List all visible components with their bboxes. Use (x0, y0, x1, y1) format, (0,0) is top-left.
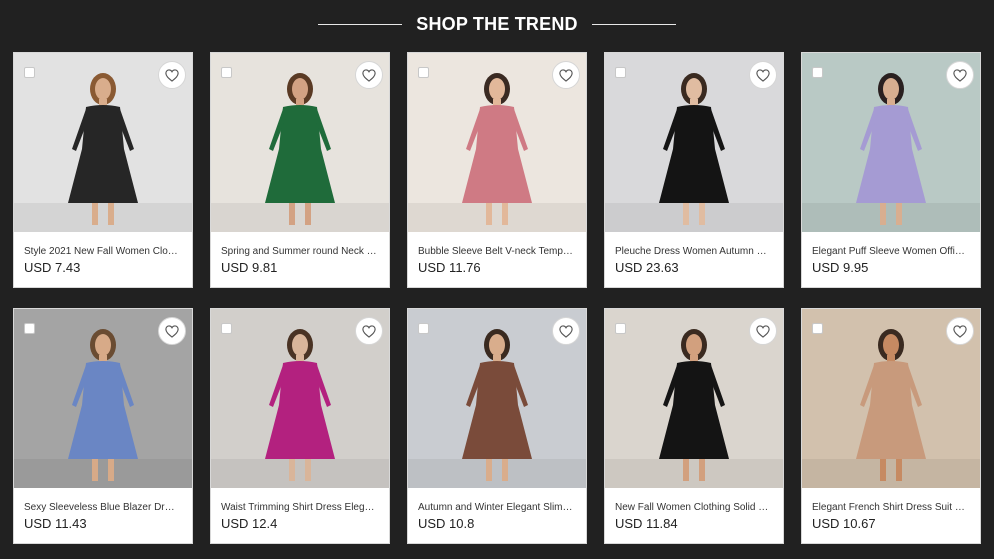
product-price: USD 10.8 (418, 516, 475, 531)
product-price: USD 12.4 (221, 516, 278, 531)
wishlist-button[interactable] (552, 61, 580, 89)
heart-icon (559, 324, 573, 338)
product-name[interactable]: Sexy Sleeveless Blue Blazer Dresses (24, 501, 180, 514)
product-name[interactable]: Autumn and Winter Elegant Slimming (418, 501, 574, 514)
product-name[interactable]: Waist Trimming Shirt Dress Elegant (221, 501, 377, 514)
product-grid: Style 2021 New Fall Women Clothing USD 7.… (13, 52, 981, 544)
section-header: SHOP THE TREND (0, 0, 994, 48)
section-title: SHOP THE TREND (416, 14, 578, 34)
product-price: USD 9.95 (812, 260, 869, 275)
product-price: USD 7.43 (24, 260, 81, 275)
wishlist-button[interactable] (749, 61, 777, 89)
product-card[interactable]: Sexy Sleeveless Blue Blazer Dresses USD 1… (13, 308, 193, 544)
product-card[interactable]: Elegant French Shirt Dress Suit Skirt USD… (801, 308, 981, 544)
product-card[interactable]: Pleuche Dress Women Autumn 2021 USD 23.63 (604, 52, 784, 288)
product-name[interactable]: Spring and Summer round Neck Ruffle (221, 245, 377, 258)
product-card[interactable]: Bubble Sleeve Belt V-neck Temperament USD… (407, 52, 587, 288)
product-card[interactable]: Autumn and Winter Elegant Slimming USD 10… (407, 308, 587, 544)
wishlist-button[interactable] (552, 317, 580, 345)
heart-icon (756, 68, 770, 82)
heart-icon (362, 324, 376, 338)
header-rule-left (318, 23, 403, 25)
product-price: USD 10.67 (812, 516, 876, 531)
product-price: USD 11.43 (24, 516, 87, 531)
select-checkbox[interactable] (418, 323, 429, 334)
product-card[interactable]: Waist Trimming Shirt Dress Elegant USD 12… (210, 308, 390, 544)
select-checkbox[interactable] (418, 67, 429, 78)
select-checkbox[interactable] (615, 67, 626, 78)
select-checkbox[interactable] (221, 323, 232, 334)
product-price: USD 11.76 (418, 260, 481, 275)
wishlist-button[interactable] (158, 61, 186, 89)
wishlist-button[interactable] (946, 61, 974, 89)
product-card[interactable]: Style 2021 New Fall Women Clothing USD 7.… (13, 52, 193, 288)
product-name[interactable]: Elegant Puff Sleeve Women Office Dress (812, 245, 968, 258)
wishlist-button[interactable] (158, 317, 186, 345)
product-card[interactable]: Elegant Puff Sleeve Women Office Dress US… (801, 52, 981, 288)
select-checkbox[interactable] (615, 323, 626, 334)
wishlist-button[interactable] (749, 317, 777, 345)
product-name[interactable]: New Fall Women Clothing Solid Color (615, 501, 771, 514)
select-checkbox[interactable] (24, 323, 35, 334)
select-checkbox[interactable] (812, 67, 823, 78)
heart-icon (953, 324, 967, 338)
header-rule-right (591, 23, 676, 25)
heart-icon (953, 68, 967, 82)
product-price: USD 9.81 (221, 260, 278, 275)
wishlist-button[interactable] (355, 317, 383, 345)
product-price: USD 23.63 (615, 260, 679, 275)
product-name[interactable]: Style 2021 New Fall Women Clothing (24, 245, 180, 258)
product-name[interactable]: Pleuche Dress Women Autumn 2021 (615, 245, 771, 258)
heart-icon (559, 68, 573, 82)
select-checkbox[interactable] (812, 323, 823, 334)
product-card[interactable]: Spring and Summer round Neck Ruffle USD 9… (210, 52, 390, 288)
heart-icon (165, 324, 179, 338)
heart-icon (756, 324, 770, 338)
wishlist-button[interactable] (355, 61, 383, 89)
product-card[interactable]: New Fall Women Clothing Solid Color USD 1… (604, 308, 784, 544)
wishlist-button[interactable] (946, 317, 974, 345)
select-checkbox[interactable] (221, 67, 232, 78)
product-name[interactable]: Bubble Sleeve Belt V-neck Temperament (418, 245, 574, 258)
product-name[interactable]: Elegant French Shirt Dress Suit Skirt (812, 501, 968, 514)
heart-icon (165, 68, 179, 82)
heart-icon (362, 68, 376, 82)
select-checkbox[interactable] (24, 67, 35, 78)
product-price: USD 11.84 (615, 516, 678, 531)
